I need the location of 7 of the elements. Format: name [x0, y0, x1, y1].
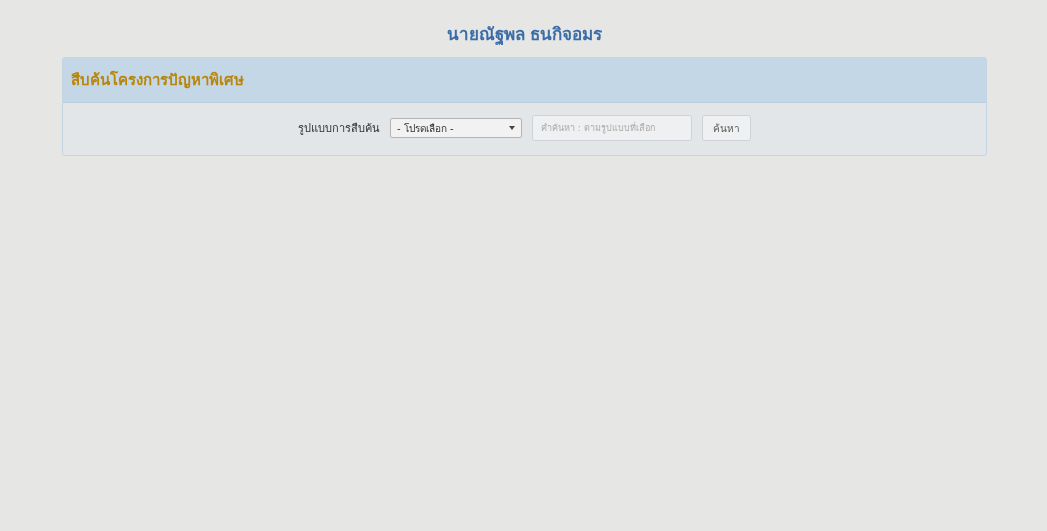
search-button[interactable]: ค้นหา: [702, 115, 751, 141]
caret-icon: [509, 126, 515, 130]
panel-title: สืบค้นโครงการปัญหาพิเศษ: [63, 58, 986, 103]
search-field[interactable]: คำค้นหา : ตามรูปแบบที่เลือก: [532, 115, 692, 141]
search-type-label: รูปแบบการสืบค้น: [298, 121, 380, 137]
search-type-select[interactable]: - โปรดเลือก -: [390, 118, 522, 138]
user-name: นายณัฐพล ธนกิจอมร: [446, 23, 603, 47]
